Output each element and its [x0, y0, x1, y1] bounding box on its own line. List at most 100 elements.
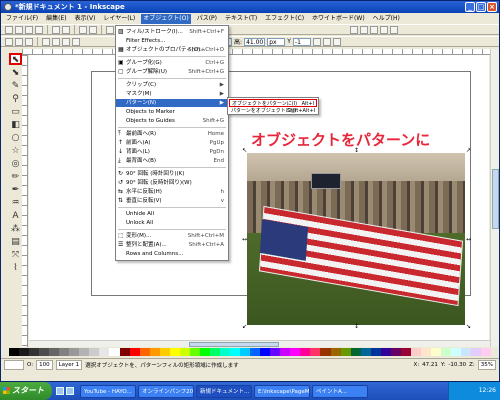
palette-swatch[interactable] [199, 348, 210, 356]
palette-swatch[interactable] [300, 348, 311, 356]
taskbar-button[interactable]: ペイントA... [312, 384, 368, 398]
taskbar-button[interactable]: E:\Inkscape\PageM... [254, 384, 310, 398]
rect-tool-icon[interactable]: ▭ [10, 107, 21, 117]
close-button[interactable]: × [487, 2, 497, 12]
palette-swatch[interactable] [149, 348, 160, 356]
palette-swatch[interactable] [179, 348, 190, 356]
menu-edit[interactable]: 編集(E) [44, 14, 68, 24]
pencil-tool-icon[interactable]: ✏ [10, 172, 21, 182]
palette-swatch[interactable] [441, 348, 452, 356]
palette-swatch[interactable] [310, 348, 321, 356]
menu-item-group[interactable]: ▣ グループ化(G) Ctrl+G [116, 59, 228, 67]
xml-editor-icon[interactable] [370, 25, 378, 34]
redo-icon[interactable] [89, 25, 97, 34]
palette-swatch[interactable] [380, 348, 391, 356]
palette-swatch[interactable] [189, 348, 200, 356]
maximize-button[interactable]: □ [476, 2, 486, 12]
menu-help[interactable]: ヘルプ(H) [371, 14, 402, 24]
scale-handle-se[interactable]: ↘ [466, 324, 471, 330]
zoom-tool-icon[interactable]: ⚲ [10, 94, 21, 104]
print-icon[interactable] [35, 25, 43, 34]
palette-swatch[interactable] [99, 348, 110, 356]
palette-swatch[interactable] [420, 348, 431, 356]
menu-item-raise[interactable]: ↑ 前面へ(A) PgUp [116, 139, 228, 147]
text-tool-icon[interactable]: A [10, 211, 21, 221]
palette-swatch[interactable] [79, 348, 90, 356]
menu-file[interactable]: ファイル(F) [4, 14, 40, 24]
scale-handle-w[interactable]: ↔ [242, 237, 247, 243]
menu-item-fill-stroke[interactable]: ▨ フィル/ストローク(I)... Shift+Ctrl+F [116, 28, 228, 36]
palette-swatch[interactable] [230, 348, 241, 356]
opacity-field[interactable]: 100 [36, 360, 53, 370]
menu-item-rotate-cw[interactable]: ↻ 90° 回転 (時計回り)(K) [116, 170, 228, 178]
palette-swatch[interactable] [461, 348, 472, 356]
clock[interactable]: 12:26 [479, 387, 496, 394]
export-icon[interactable] [62, 25, 70, 34]
deselect-icon[interactable] [25, 37, 33, 46]
rotate-cw-toolbar-icon[interactable] [52, 37, 60, 46]
palette-swatch[interactable] [430, 348, 442, 356]
palette-swatch[interactable] [471, 348, 482, 356]
scale-corners-icon[interactable] [332, 37, 341, 46]
palette-swatch[interactable] [280, 348, 291, 356]
palette-swatch[interactable] [370, 348, 381, 356]
palette-swatch[interactable] [89, 348, 100, 356]
scale-handle-sw[interactable]: ↙ [242, 324, 247, 330]
3dbox-tool-icon[interactable]: ◧ [10, 120, 21, 130]
palette-swatch[interactable] [330, 348, 341, 356]
connector-tool-icon[interactable]: ⌇ [10, 263, 21, 273]
menu-path[interactable]: パス(P) [195, 14, 219, 24]
menu-item-transform[interactable]: ⬚ 変形(M)... Shift+Ctrl+M [116, 232, 228, 240]
tweak-tool-icon[interactable]: ✎ [10, 81, 21, 91]
align-dialog-icon[interactable] [380, 25, 388, 34]
menu-whiteboard[interactable]: ホワイトボード(W) [310, 14, 367, 24]
palette-swatch[interactable] [451, 348, 462, 356]
palette-swatch[interactable] [390, 348, 401, 356]
palette-swatch[interactable] [400, 348, 411, 356]
palette-swatch[interactable] [9, 348, 20, 356]
menu-item-rows-columns[interactable]: Rows and Columns... [116, 250, 228, 258]
palette-swatch[interactable] [49, 348, 60, 356]
palette-swatch[interactable] [119, 348, 130, 356]
taskbar-button[interactable]: オンラインパンフ2007... [138, 384, 194, 398]
menu-item-mask[interactable]: マスク(M) ▶ [116, 90, 228, 98]
fill-stroke-dialog-icon[interactable] [350, 25, 358, 34]
quick-launch-icon[interactable] [66, 387, 74, 395]
palette-swatch[interactable] [29, 348, 40, 356]
menu-item-clip[interactable]: クリップ(C) ▶ [116, 81, 228, 89]
scale-handle-ne[interactable]: ↗ [466, 148, 471, 154]
y-field[interactable]: -1 [292, 37, 311, 46]
selector-tool-icon[interactable]: ⬉ [9, 53, 22, 65]
spray-tool-icon[interactable]: ⁂ [10, 224, 21, 234]
menu-item-align-distribute[interactable]: ☰ 整列と配置(A)... Shift+Ctrl+A [116, 241, 228, 249]
preferences-icon[interactable] [390, 25, 398, 34]
zoom-field[interactable]: 35% [477, 360, 496, 370]
palette-swatch[interactable] [481, 348, 492, 356]
ellipse-tool-icon[interactable]: ○ [10, 133, 21, 143]
scale-stroke-icon[interactable] [322, 37, 331, 46]
menu-item-unlock-all[interactable]: Unlock All [116, 219, 228, 227]
palette-swatch[interactable] [410, 348, 421, 356]
menu-item-raise-to-top[interactable]: ⤒ 最前面へ(R) Home [116, 130, 228, 138]
palette-swatch[interactable] [109, 348, 120, 356]
menu-item-ungroup[interactable]: ▢ グループ解除(U) Shift+Ctrl+G [116, 68, 228, 76]
taskbar-button[interactable]: YouTube - HAYO... [80, 384, 136, 398]
menu-layer[interactable]: レイヤー(L) [101, 14, 137, 24]
menu-item-objects-to-marker[interactable]: Objects to Marker [116, 108, 228, 116]
scale-handle-s[interactable]: ↕ [354, 324, 359, 330]
submenu-item-pattern-to-objects[interactable]: パターンをオブジェクトに(J) Shift+Alt+I [229, 107, 317, 115]
new-document-icon[interactable] [5, 25, 13, 34]
vertical-scroll-thumb[interactable] [492, 169, 499, 229]
palette-swatch[interactable] [240, 348, 251, 356]
palette-swatch[interactable] [360, 348, 371, 356]
save-icon[interactable] [25, 25, 33, 34]
node-tool-icon[interactable]: ⬊ [10, 68, 21, 78]
menu-item-filter-effects[interactable]: Filter Effects... [116, 37, 228, 45]
palette-swatch[interactable] [19, 348, 30, 356]
vertical-scrollbar[interactable] [490, 49, 499, 347]
flip-horizontal-toolbar-icon[interactable] [62, 37, 70, 46]
scale-handle-nw[interactable]: ↖ [242, 148, 247, 154]
palette-swatch[interactable] [59, 348, 70, 356]
submenu-item-objects-to-pattern[interactable]: オブジェクトをパターンに(I) Alt+I [229, 99, 317, 107]
lock-icon[interactable] [312, 37, 321, 46]
